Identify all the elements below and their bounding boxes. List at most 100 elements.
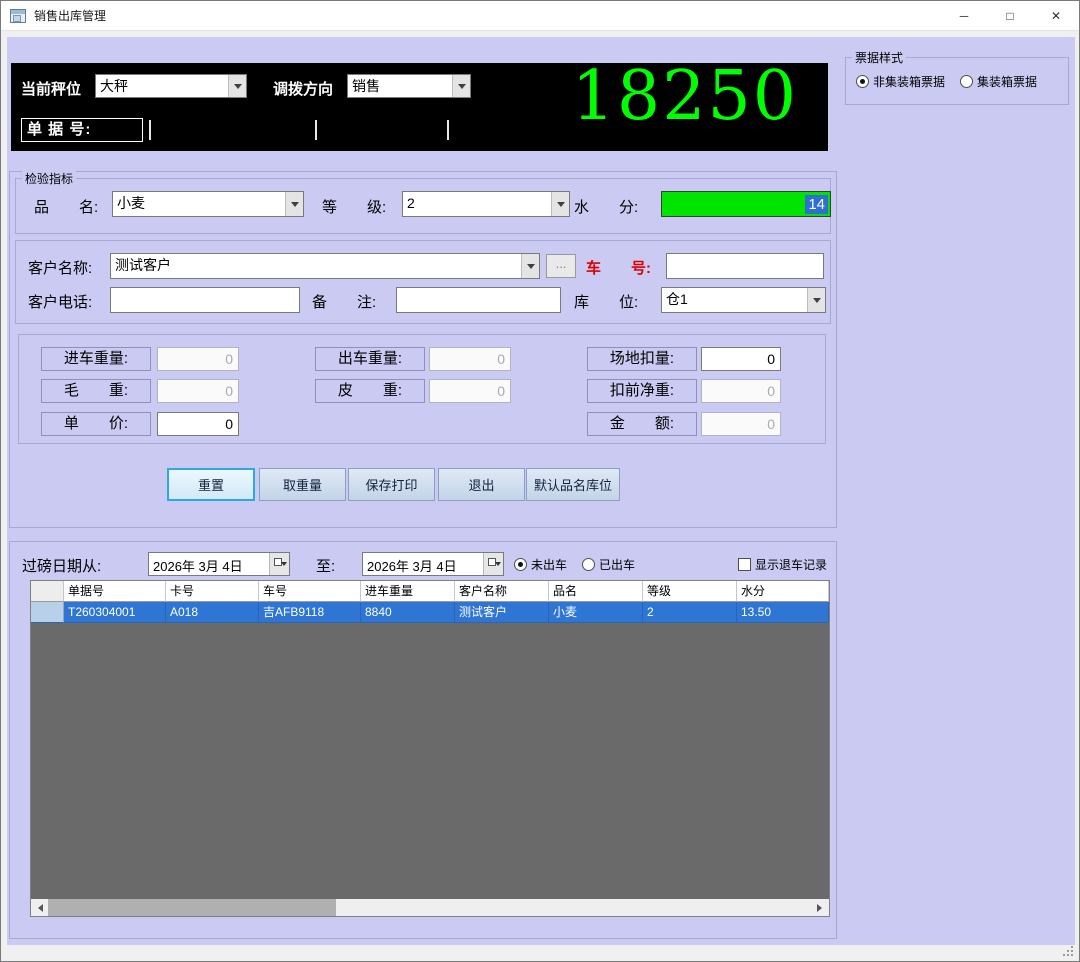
warehouse-value: 仓1 (666, 291, 688, 307)
weighbridge-display-panel: 当前秤位 大秤 调拨方向 销售 18250 单 据 号: (11, 63, 828, 151)
receipt-number-label: 单 据 号: (21, 118, 143, 142)
amount-label: 金 额: (587, 412, 697, 436)
site-deduction-field[interactable]: 0 (701, 347, 781, 371)
customer-phone-input[interactable] (110, 287, 300, 313)
records-table: 单据号 卡号 车号 进车重量 客户名称 品名 等级 水分 T260304001 … (30, 580, 830, 917)
radio-selected-icon (856, 75, 869, 88)
transfer-direction-select[interactable]: 销售 (347, 74, 471, 98)
unit-price-label: 单 价: (41, 412, 151, 436)
scroll-right-arrow-icon[interactable] (812, 899, 829, 916)
out-weight-field[interactable]: 0 (429, 347, 511, 371)
inspection-group: 检验指标 品 名: 小麦 等 级: 2 水 分: 14 (15, 170, 831, 234)
cell-product: 小麦 (549, 602, 643, 623)
radio-departed[interactable]: 已出车 (582, 556, 635, 573)
date-from-value: 2026年 3月 4日 (153, 559, 243, 574)
entry-panel: 检验指标 品 名: 小麦 等 级: 2 水 分: 14 客户名称: 测试客户 .… (9, 170, 837, 528)
unit-price-field[interactable]: 0 (157, 412, 239, 436)
maximize-button[interactable]: □ (987, 1, 1033, 31)
chevron-down-icon (285, 192, 303, 216)
current-scale-select[interactable]: 大秤 (95, 74, 247, 98)
remark-label: 备 注: (312, 294, 377, 311)
minimize-button[interactable]: ─ (941, 1, 987, 31)
checkbox-label: 显示退车记录 (755, 558, 828, 572)
calendar-dropdown-icon (483, 553, 503, 575)
radio-non-container-ticket[interactable]: 非集装箱票据 (856, 73, 945, 90)
in-weight-field[interactable]: 0 (157, 347, 239, 371)
column-header-in-weight[interactable]: 进车重量 (361, 581, 455, 602)
get-weight-button[interactable]: 取重量 (259, 468, 346, 501)
records-panel: 过磅日期从: 2026年 3月 4日 至: 2026年 3月 4日 未出车 已出… (9, 541, 837, 939)
current-scale-value: 大秤 (100, 78, 128, 94)
chevron-down-icon (551, 192, 569, 216)
close-button[interactable]: ✕ (1033, 1, 1079, 31)
warehouse-label: 库 位: (574, 294, 639, 311)
radio-not-departed[interactable]: 未出车 (514, 556, 567, 573)
column-header-product[interactable]: 品名 (549, 581, 643, 602)
grade-value: 2 (407, 195, 415, 211)
column-header-customer[interactable]: 客户名称 (455, 581, 549, 602)
column-header-receipt-no[interactable]: 单据号 (64, 581, 166, 602)
product-label: 品 名: (34, 199, 99, 216)
reset-button[interactable]: 重置 (167, 468, 255, 501)
pre-net-weight-label: 扣前净重: (587, 379, 697, 403)
warehouse-select[interactable]: 仓1 (661, 287, 826, 313)
radio-selected-icon (514, 558, 527, 571)
radio-icon (582, 558, 595, 571)
table-header-row: 单据号 卡号 车号 进车重量 客户名称 品名 等级 水分 (31, 581, 829, 602)
save-print-button[interactable]: 保存打印 (348, 468, 435, 501)
customer-name-value: 测试客户 (115, 257, 171, 273)
column-header-vehicle-no[interactable]: 车号 (259, 581, 361, 602)
vehicle-number-input[interactable] (666, 253, 824, 279)
scroll-left-arrow-icon[interactable] (31, 899, 48, 916)
cell-vehicle-no: 吉AFB9118 (259, 602, 361, 623)
main-surface: 当前秤位 大秤 调拨方向 销售 18250 单 据 号: 票据样式 非集装箱票据 (7, 37, 1075, 945)
field-separator (149, 120, 151, 140)
default-product-warehouse-button[interactable]: 默认品名库位 (526, 468, 620, 501)
horizontal-scrollbar[interactable] (31, 899, 829, 916)
window-controls: ─ □ ✕ (941, 1, 1079, 31)
scrollbar-thumb[interactable] (48, 899, 336, 916)
weights-group: 进车重量: 0 出车重量: 0 场地扣量: 0 毛 重: 0 皮 重: 0 扣前… (18, 334, 826, 444)
moisture-label: 水 分: (574, 199, 639, 216)
table-row[interactable]: T260304001 A018 吉AFB9118 8840 测试客户 小麦 2 … (31, 602, 829, 623)
weigh-date-from-label: 过磅日期从: (22, 558, 102, 575)
remark-input[interactable] (396, 287, 561, 313)
pre-net-weight-field[interactable]: 0 (701, 379, 781, 403)
gross-weight-field[interactable]: 0 (157, 379, 239, 403)
row-indicator (31, 602, 64, 623)
row-indicator-header[interactable] (31, 581, 64, 602)
cell-customer: 测试客户 (455, 602, 549, 623)
transfer-direction-value: 销售 (352, 78, 380, 94)
resize-grip[interactable] (1061, 944, 1075, 958)
customer-name-select[interactable]: 测试客户 (110, 253, 540, 279)
cell-in-weight: 8840 (361, 602, 455, 623)
exit-button[interactable]: 退出 (438, 468, 525, 501)
date-from-picker[interactable]: 2026年 3月 4日 (148, 552, 290, 576)
weight-readout: 18250 (571, 57, 798, 136)
radio-container-ticket[interactable]: 集装箱票据 (960, 73, 1037, 90)
chevron-down-icon (452, 75, 470, 97)
column-header-moisture[interactable]: 水分 (737, 581, 829, 602)
chevron-down-icon (228, 75, 246, 97)
site-deduction-label: 场地扣量: (587, 347, 697, 371)
moisture-input[interactable]: 14 (661, 191, 831, 217)
radio-label: 集装箱票据 (977, 75, 1038, 89)
gross-weight-label: 毛 重: (41, 379, 151, 403)
customer-browse-button[interactable]: ... (546, 254, 576, 278)
app-icon (10, 8, 26, 23)
column-header-card-no[interactable]: 卡号 (166, 581, 259, 602)
product-select[interactable]: 小麦 (112, 191, 304, 217)
radio-label: 未出车 (531, 558, 568, 572)
date-to-picker[interactable]: 2026年 3月 4日 (362, 552, 504, 576)
cell-receipt-no: T260304001 (64, 602, 166, 623)
tare-weight-field[interactable]: 0 (429, 379, 511, 403)
product-value: 小麦 (117, 195, 145, 211)
grade-select[interactable]: 2 (402, 191, 570, 217)
column-header-grade[interactable]: 等级 (643, 581, 737, 602)
current-scale-label: 当前秤位 (21, 81, 82, 98)
date-to-value: 2026年 3月 4日 (367, 559, 457, 574)
customer-panel: 客户名称: 测试客户 ... 车 号: 客户电话: 备 注: 库 位: 仓1 (15, 240, 831, 324)
amount-field[interactable]: 0 (701, 412, 781, 436)
show-return-records-checkbox[interactable]: 显示退车记录 (738, 556, 827, 573)
transfer-direction-label: 调拨方向 (273, 81, 334, 98)
